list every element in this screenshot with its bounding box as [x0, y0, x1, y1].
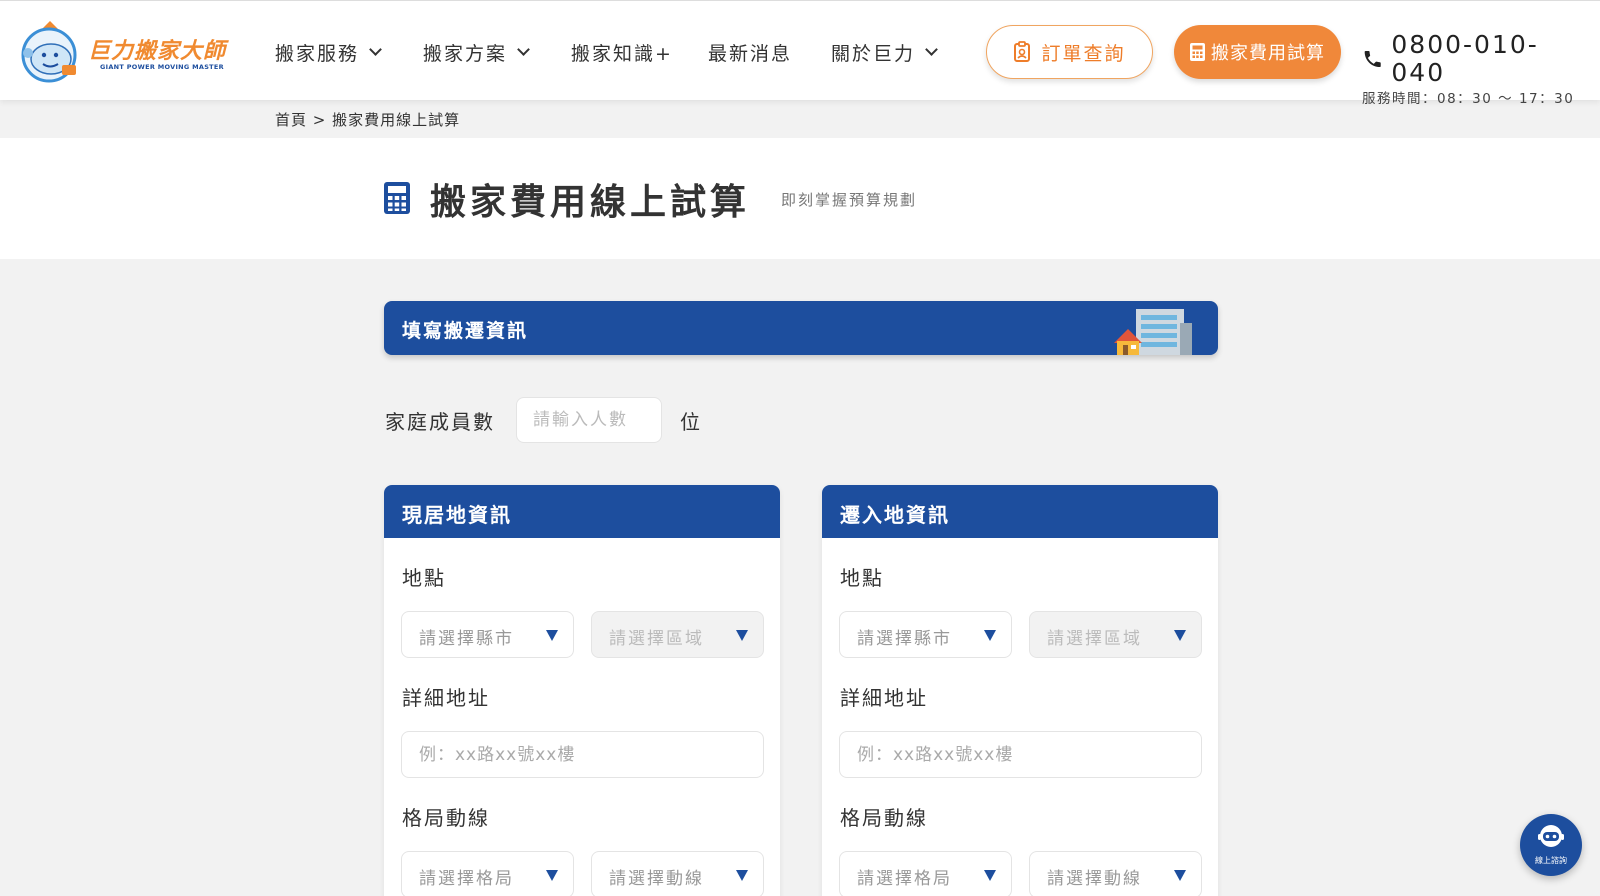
layout-select[interactable]: 請選擇格局: [401, 851, 574, 896]
address-input[interactable]: [839, 731, 1202, 778]
dropdown-arrow-icon: [984, 870, 996, 881]
nav-item-label: 搬家服務: [275, 42, 360, 65]
dropdown-arrow-icon: [546, 870, 558, 881]
dropdown-arrow-icon: [1174, 630, 1186, 641]
city-select-placeholder: 請選擇縣市: [419, 629, 514, 649]
calculator-icon: [1190, 43, 1205, 61]
breadcrumb-bar: 首頁 > 搬家費用線上試算: [0, 100, 1600, 138]
route-select-placeholder: 請選擇動線: [1047, 869, 1142, 889]
order-query-button[interactable]: 訂單查詢: [986, 25, 1153, 79]
nav-item-label: 搬家方案: [423, 42, 508, 65]
route-select-placeholder: 請選擇動線: [609, 869, 704, 889]
nav-item-plans[interactable]: 搬家方案: [423, 37, 530, 67]
address-label: 詳細地址: [402, 686, 490, 710]
phone-icon: [1364, 50, 1381, 68]
nav-item-label: 關於巨力: [831, 42, 916, 65]
district-select-placeholder: 請選擇區域: [1047, 629, 1142, 649]
nav-item-about[interactable]: 關於巨力: [831, 37, 938, 67]
calculator-icon: [384, 182, 410, 214]
family-size-unit: 位: [680, 410, 700, 434]
family-size-input[interactable]: [516, 397, 662, 443]
nav-item-knowledge[interactable]: 搬家知識+: [571, 37, 673, 67]
dropdown-arrow-icon: [546, 630, 558, 641]
breadcrumb[interactable]: 首頁 > 搬家費用線上試算: [275, 109, 460, 130]
dropdown-arrow-icon: [984, 630, 996, 641]
chevron-down-icon: [925, 42, 938, 56]
online-consult-button[interactable]: 線上諮詢: [1520, 814, 1582, 876]
page-title: 搬家費用線上試算: [430, 182, 751, 223]
current-residence-panel: 現居地資訊 地點 請選擇縣市 請選擇區域 詳細地址 格局動線 請選擇格局 請選擇…: [384, 485, 780, 896]
layout-select-placeholder: 請選擇格局: [419, 869, 514, 889]
clipboard-icon: [1014, 41, 1031, 62]
order-query-label: 訂單查詢: [1041, 42, 1126, 65]
district-select-placeholder: 請選擇區域: [609, 629, 704, 649]
nav-item-services[interactable]: 搬家服務: [275, 37, 382, 67]
district-select[interactable]: 請選擇區域: [591, 611, 764, 658]
nav-item-label: 最新消息: [708, 42, 793, 65]
layout-label: 格局動線: [840, 806, 928, 830]
city-select[interactable]: 請選擇縣市: [839, 611, 1012, 658]
dropdown-arrow-icon: [1174, 870, 1186, 881]
route-select[interactable]: 請選擇動線: [1029, 851, 1202, 896]
address-input[interactable]: [401, 731, 764, 778]
house-building-illustration-icon: [1114, 309, 1192, 355]
layout-select-placeholder: 請選擇格局: [857, 869, 952, 889]
location-label: 地點: [840, 566, 884, 590]
destination-panel: 遷入地資訊 地點 請選擇縣市 請選擇區域 詳細地址 格局動線 請選擇格局 請選擇…: [822, 485, 1218, 896]
chevron-down-icon: [517, 42, 530, 56]
brand-name: 巨力搬家大師: [88, 39, 227, 64]
site-header: 巨力搬家大師 GIANT POWER MOVING MASTER 搬家服務 搬家…: [0, 0, 1600, 107]
moving-cost-calc-button[interactable]: 搬家費用試算: [1174, 25, 1341, 79]
contact-phone[interactable]: 0800-010-040 服務時間：08：30 ～ 17：30: [1362, 30, 1587, 108]
nav-item-news[interactable]: 最新消息: [708, 37, 792, 67]
page-title-band: 搬家費用線上試算 即刻掌握預算規劃: [0, 138, 1600, 259]
phone-number: 0800-010-040: [1391, 30, 1539, 87]
district-select[interactable]: 請選擇區域: [1029, 611, 1202, 658]
online-consult-label: 線上諮詢: [1535, 856, 1567, 865]
dropdown-arrow-icon: [736, 870, 748, 881]
chevron-down-icon: [369, 42, 382, 56]
chatbot-icon: [1538, 825, 1564, 847]
nav-item-label: 搬家知識+: [571, 42, 673, 65]
service-hours: 服務時間：08：30 ～ 17：30: [1362, 91, 1575, 107]
section-header: 填寫搬遷資訊: [384, 301, 1218, 355]
city-select-placeholder: 請選擇縣市: [857, 629, 952, 649]
panel-title: 遷入地資訊: [822, 485, 1218, 538]
mascot-logo-icon: [21, 21, 77, 83]
family-size-label: 家庭成員數: [385, 410, 495, 434]
panel-title: 現居地資訊: [384, 485, 780, 538]
dropdown-arrow-icon: [736, 630, 748, 641]
brand-logo[interactable]: 巨力搬家大師 GIANT POWER MOVING MASTER: [18, 19, 233, 83]
section-title: 填寫搬遷資訊: [402, 320, 529, 342]
location-label: 地點: [402, 566, 446, 590]
moving-cost-calc-label: 搬家費用試算: [1211, 43, 1325, 64]
layout-select[interactable]: 請選擇格局: [839, 851, 1012, 896]
page-subtitle: 即刻掌握預算規劃: [781, 191, 918, 209]
city-select[interactable]: 請選擇縣市: [401, 611, 574, 658]
address-label: 詳細地址: [840, 686, 928, 710]
route-select[interactable]: 請選擇動線: [591, 851, 764, 896]
layout-label: 格局動線: [402, 806, 490, 830]
brand-tagline: GIANT POWER MOVING MASTER: [100, 63, 224, 71]
